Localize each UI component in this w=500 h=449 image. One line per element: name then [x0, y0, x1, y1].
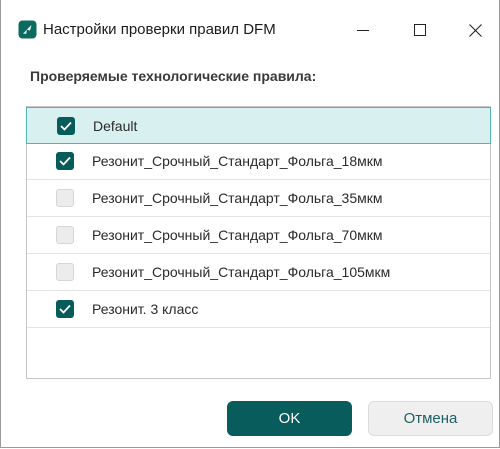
rule-label: Резонит_Срочный_Стандарт_Фольга_35мкм [92, 190, 383, 206]
window-title: Настройки проверки правил DFM [43, 21, 276, 38]
rule-row[interactable]: Резонит. 3 класс [27, 291, 490, 328]
ok-button[interactable]: OK [227, 401, 352, 436]
rules-section-label: Проверяемые технологические правила: [30, 68, 317, 84]
rule-checkbox[interactable] [56, 152, 74, 170]
checkmark-icon [59, 304, 71, 314]
rule-label: Резонит_Срочный_Стандарт_Фольга_70мкм [92, 227, 383, 243]
title-bar: Настройки проверки правил DFM [1, 0, 499, 52]
rule-row[interactable]: Резонит_Срочный_Стандарт_Фольга_18мкм [27, 143, 490, 180]
rule-row[interactable]: Резонит_Срочный_Стандарт_Фольга_70мкм [27, 217, 490, 254]
rule-label: Резонит_Срочный_Стандарт_Фольга_18мкм [92, 153, 383, 169]
dfm-app-icon [18, 20, 37, 39]
rule-checkbox[interactable] [56, 300, 74, 318]
rule-checkbox[interactable] [56, 226, 74, 244]
close-icon [468, 23, 482, 37]
close-button[interactable] [452, 14, 498, 46]
checkmark-icon [60, 121, 72, 131]
rule-checkbox[interactable] [56, 189, 74, 207]
minimize-button[interactable] [340, 14, 386, 46]
dialog-window: Настройки проверки правил DFM Проверяемы… [0, 0, 500, 448]
rule-checkbox[interactable] [56, 263, 74, 281]
maximize-button[interactable] [397, 14, 443, 46]
cancel-button[interactable]: Отмена [368, 401, 493, 436]
checkmark-icon [59, 156, 71, 166]
maximize-icon [414, 24, 426, 36]
rule-label: Default [93, 117, 138, 134]
rule-label: Резонит. 3 класс [92, 301, 199, 317]
rule-label: Резонит_Срочный_Стандарт_Фольга_105мкм [92, 264, 391, 280]
rule-row[interactable]: Резонит_Срочный_Стандарт_Фольга_35мкм [27, 180, 490, 217]
rule-row-default[interactable]: Default [26, 107, 491, 144]
rule-row[interactable]: Резонит_Срочный_Стандарт_Фольга_105мкм [27, 254, 490, 291]
minimize-icon [357, 30, 369, 31]
rules-list[interactable]: Default Резонит_Срочный_Стандарт_Фольга_… [26, 106, 491, 379]
rule-checkbox[interactable] [57, 116, 75, 135]
